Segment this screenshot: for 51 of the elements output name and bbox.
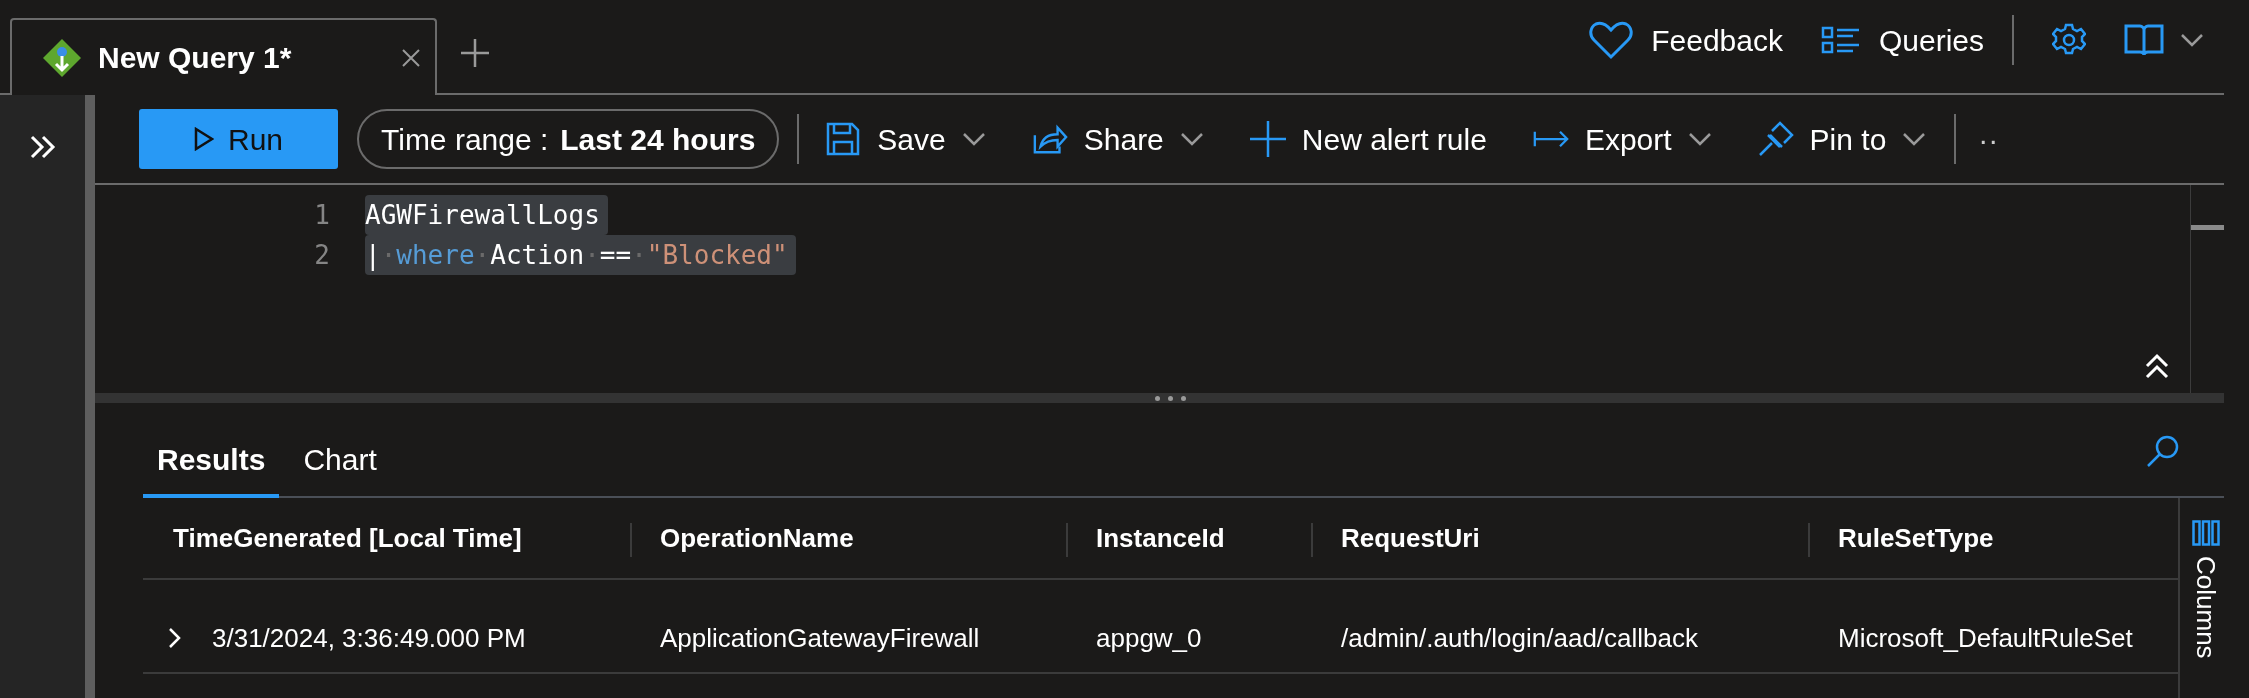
settings-icon[interactable] xyxy=(2052,23,2086,57)
pin-button[interactable]: Pin to xyxy=(1757,116,1927,162)
time-range-label: Time range : xyxy=(381,121,549,158)
collapse-icon[interactable] xyxy=(2144,353,2170,379)
chevron-down-icon[interactable] xyxy=(1902,132,1927,146)
search-icon[interactable] xyxy=(2146,434,2180,468)
table-cell-text: 3/31/2024, 3:36:49.000 PM xyxy=(212,621,526,655)
list-icon xyxy=(1820,26,1861,54)
time-range-value: Last 24 hours xyxy=(560,121,756,158)
alert-button[interactable]: New alert rule xyxy=(1249,116,1487,162)
time-range-button[interactable]: Time range : Last 24 hours xyxy=(357,109,780,169)
results-tab[interactable]: Results xyxy=(143,437,280,498)
column-header[interactable]: InstanceId xyxy=(1066,498,1311,580)
save-button[interactable]: Save xyxy=(825,116,986,162)
save-icon xyxy=(825,121,862,157)
tab-title: New Query 1* xyxy=(98,40,292,76)
diamond-logo-icon xyxy=(42,37,82,78)
share-button[interactable]: Share xyxy=(1031,116,1204,162)
queries-button[interactable]: Queries xyxy=(1820,17,1984,63)
heart-icon xyxy=(1589,19,1634,61)
table-cell: /admin/.auth/login/aad/callback xyxy=(1311,604,1808,674)
export-button[interactable]: Export xyxy=(1532,116,1712,162)
chevron-down-icon[interactable] xyxy=(1179,132,1204,146)
table-cell: Microsoft_DefaultRuleSet xyxy=(1808,604,2178,674)
book-icon[interactable] xyxy=(2124,23,2164,57)
columns-icon xyxy=(2191,520,2220,546)
column-header[interactable]: OperationName xyxy=(630,498,1066,580)
column-header[interactable]: TimeGenerated [Local Time] xyxy=(143,498,630,580)
pin-icon xyxy=(1757,121,1794,157)
run-button[interactable]: Run xyxy=(139,109,338,169)
column-header[interactable]: RuleSetType xyxy=(1808,498,2178,580)
chevron-down-icon[interactable] xyxy=(961,132,986,146)
expand-icon[interactable] xyxy=(29,135,56,159)
scrollbar-thumb[interactable] xyxy=(2191,225,2224,230)
chevron-down-icon[interactable] xyxy=(1687,132,1712,146)
chevron-down-icon[interactable] xyxy=(2180,33,2204,47)
plus-icon xyxy=(1249,121,1286,157)
table-cell: ApplicationGatewayFirewall xyxy=(630,604,1066,674)
splitter-handle[interactable] xyxy=(95,393,2224,403)
add-tab-icon[interactable] xyxy=(461,39,489,67)
feedback-button[interactable]: Feedback xyxy=(1589,17,1783,63)
results-tab[interactable]: Chart xyxy=(289,437,391,498)
play-icon xyxy=(193,127,214,151)
query-tab[interactable]: New Query 1* xyxy=(10,18,437,95)
more-button[interactable]: ·· xyxy=(1978,116,1999,162)
close-icon[interactable] xyxy=(401,47,421,68)
column-header[interactable]: RequestUri xyxy=(1311,498,1808,580)
line-number: 1 xyxy=(313,199,330,232)
line-number: 2 xyxy=(313,239,330,272)
table-cell: appgw_0 xyxy=(1066,604,1311,674)
chevron-right-icon[interactable] xyxy=(168,627,182,649)
